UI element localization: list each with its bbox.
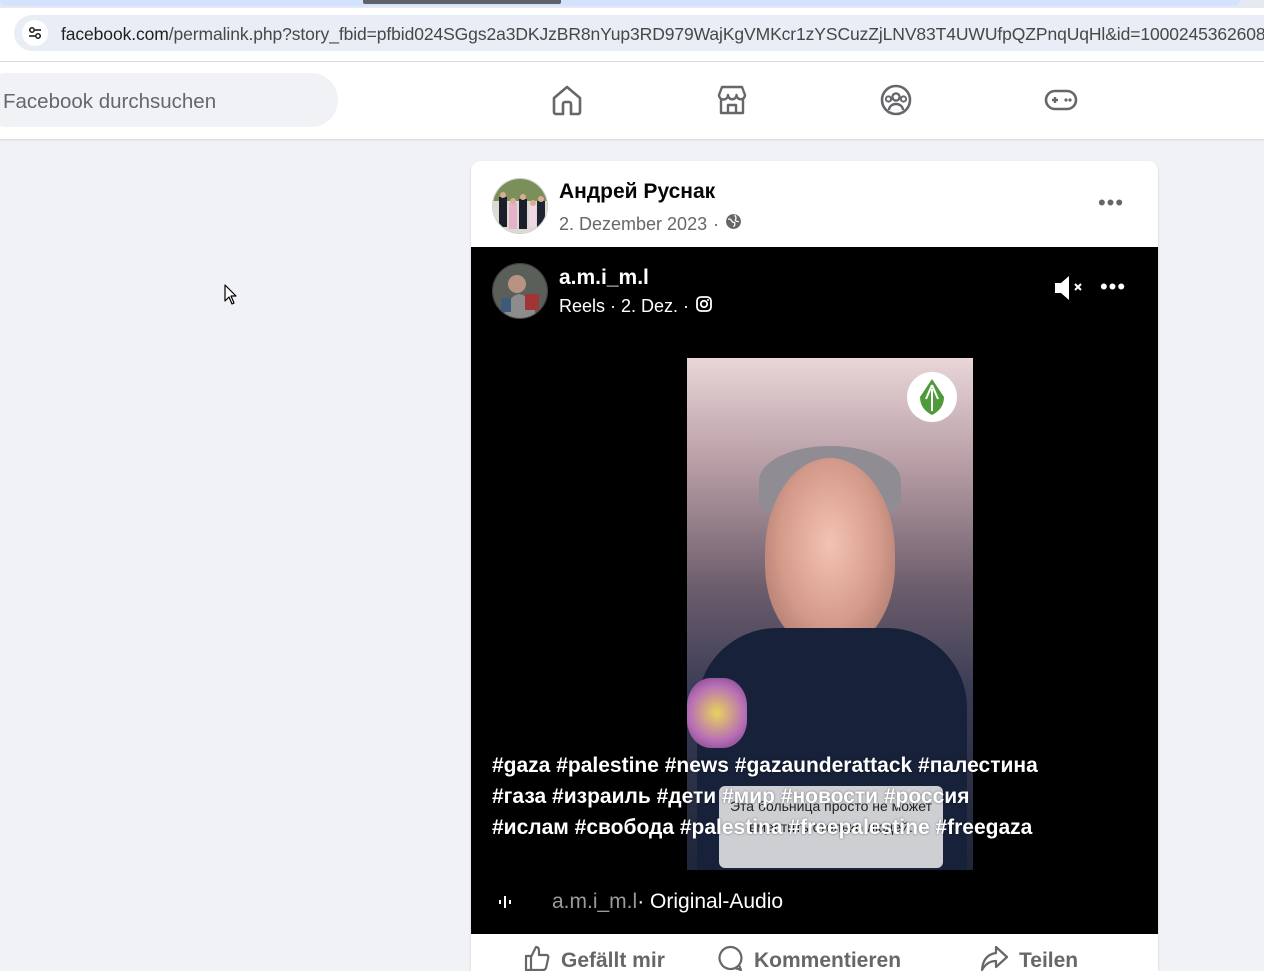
url-text[interactable]: facebook.com/permalink.php?story_fbid=pf… [61,24,1264,45]
reel-meta-text: Reels · 2. Dez. · [559,296,690,316]
reel-meta: Reels · 2. Dez. · [559,295,713,318]
instagram-icon [695,295,713,318]
more-dots-icon: ••• [1097,190,1125,215]
url-path: /permalink.php?story_fbid=pfbid024SGgs2a… [168,24,1264,44]
meta-separator: · [713,213,720,234]
comment-label: Kommentieren [754,949,902,971]
marketplace-icon[interactable] [712,80,752,120]
post-options-button[interactable]: ••• [1091,185,1131,221]
flowers [687,678,747,748]
audio-wave-icon [492,889,518,915]
browser-toolbar: facebook.com/permalink.php?story_fbid=pf… [0,8,1264,62]
reel-author-name[interactable]: a.m.i_m.l [559,266,649,290]
url-host: facebook.com [61,24,169,44]
reel-author-avatar[interactable] [492,263,548,319]
reel-video[interactable]: a.m.i_m.l Reels · 2. Dez. · ••• Эта боль… [471,247,1158,934]
reel-hashtags[interactable]: #gaza #palestine #news #gazaunderattack … [492,750,1052,843]
share-label: Teilen [1019,949,1079,971]
groups-icon[interactable] [876,80,916,120]
thumbs-up-icon [523,944,551,971]
active-tab-indicator[interactable] [363,0,561,4]
search-placeholder: Facebook durchsuchen [3,90,217,113]
address-bar[interactable]: facebook.com/permalink.php?story_fbid=pf… [14,15,1264,51]
facebook-header: Facebook durchsuchen [0,62,1264,139]
channel-logo-icon [907,372,957,422]
audio-user: a.m.i_m.l [552,890,638,913]
comment-icon [716,944,744,971]
like-label: Gefällt mir [561,949,665,971]
author-name[interactable]: Андрей Руснак [559,180,715,204]
comment-button[interactable]: Kommentieren [716,944,901,971]
muted-speaker-icon[interactable] [1052,271,1086,305]
post-actions: Gefällt mir Kommentieren Teilen [471,934,1158,971]
globe-icon [725,213,742,235]
active-tab-background [0,0,1240,6]
home-icon[interactable] [547,80,587,120]
reel-options-button[interactable]: ••• [1095,269,1131,305]
reel-more-dots-icon: ••• [1099,274,1127,299]
share-icon [979,944,1009,971]
gaming-icon[interactable] [1041,80,1081,120]
post-card: Андрей Руснак 2. Dezember 2023 · ••• a.m… [471,161,1158,971]
reel-audio-info[interactable]: a.m.i_m.l · Original-Audio [492,889,783,915]
search-input[interactable]: Facebook durchsuchen [0,73,338,127]
like-button[interactable]: Gefällt mir [523,944,665,971]
browser-tabstrip [0,0,1264,8]
mouse-cursor-icon [224,284,238,306]
person-face [765,458,895,648]
post-date[interactable]: 2. Dezember 2023 [559,214,707,235]
author-avatar[interactable] [492,178,548,234]
post-meta: 2. Dezember 2023 · [559,213,742,235]
share-button[interactable]: Teilen [979,944,1078,971]
audio-label: · Original-Audio [637,890,784,913]
site-info-icon[interactable] [22,20,48,46]
